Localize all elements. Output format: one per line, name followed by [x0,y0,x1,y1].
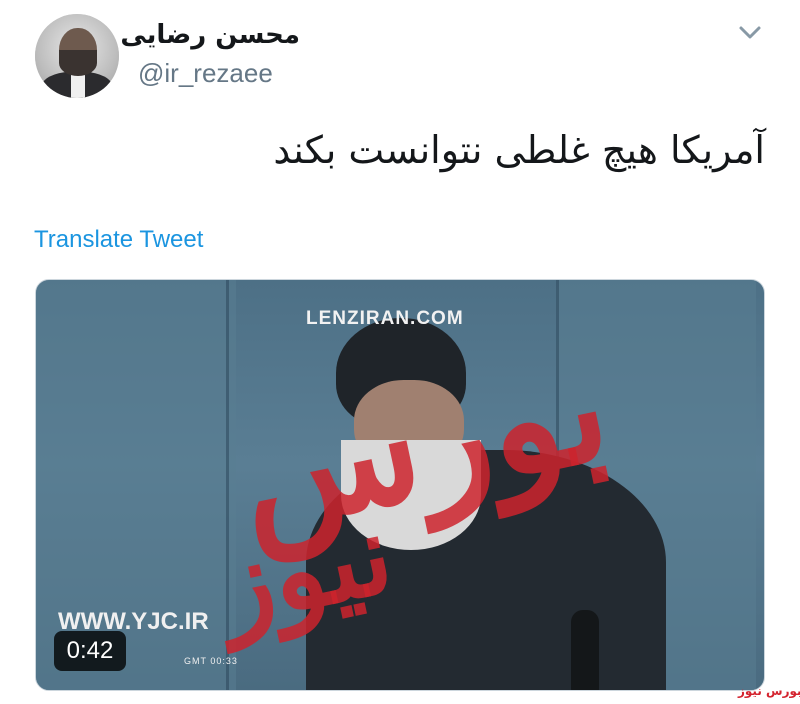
video-overlay-gmt: GMT 00:33 [184,656,238,666]
chevron-down-icon[interactable] [735,22,765,42]
footer-watermark: بورس نیوز [738,684,800,698]
video-duration-badge: 0:42 [54,631,126,671]
video-player[interactable]: LENZIRAN.COM WWW.YJC.IR GMT 00:33 بورس ن… [35,279,765,691]
avatar[interactable] [35,14,119,98]
tweet-text: آمریکا هیچ غلطی نتوانست بکند [273,128,765,172]
video-overlay-top-text: LENZIRAN.COM [306,308,464,329]
translate-tweet-link[interactable]: Translate Tweet [34,226,203,254]
watermark-line2: نیوز [206,487,404,651]
author-display-name[interactable]: محسن رضایی [120,20,300,50]
author-handle[interactable]: @ir_rezaee [138,58,273,89]
